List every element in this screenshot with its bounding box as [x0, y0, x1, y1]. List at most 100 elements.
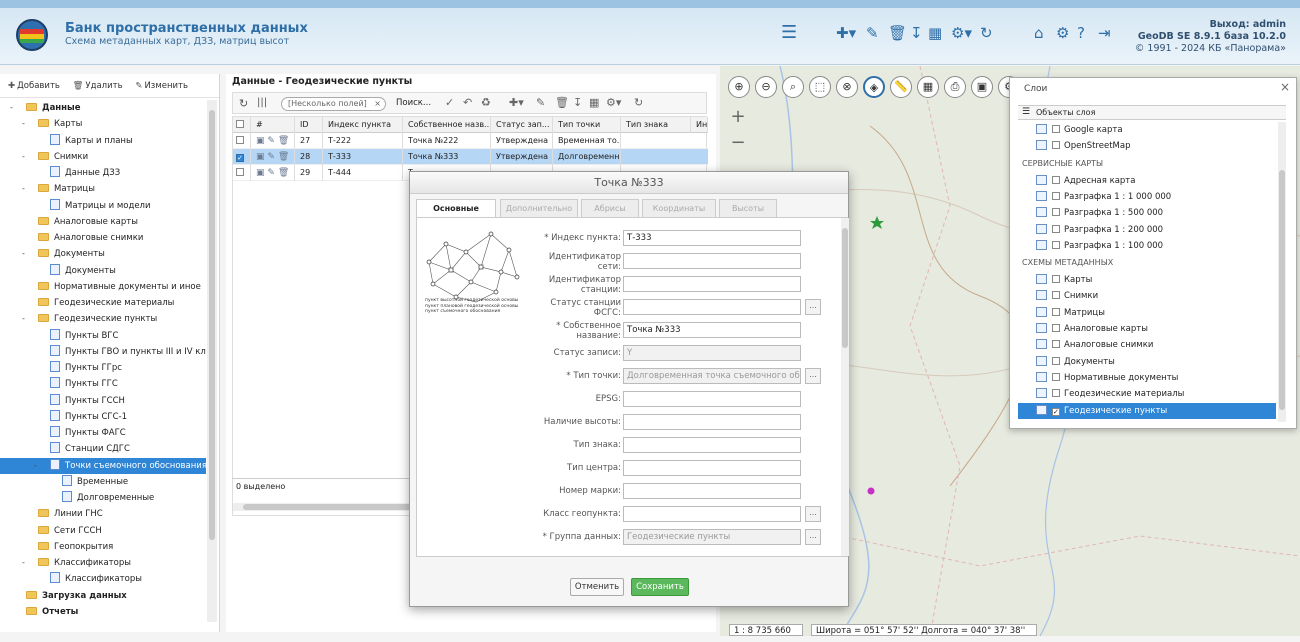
expand-toggle-icon[interactable]: -: [22, 555, 30, 571]
row-actions[interactable]: ▣ ✎ 🗑: [253, 149, 295, 165]
tree-node[interactable]: Документы: [0, 263, 206, 279]
expand-toggle-icon[interactable]: -: [22, 181, 30, 197]
layer-item[interactable]: Матрицы: [1036, 305, 1105, 321]
field-input[interactable]: [623, 437, 801, 453]
layer-item[interactable]: Разграфка 1 : 100 000: [1036, 238, 1163, 254]
tree-node[interactable]: Линии ГНС: [0, 506, 206, 522]
field-input[interactable]: Т-333: [623, 230, 801, 246]
refresh-icon[interactable]: ↻: [980, 24, 993, 42]
grid-icon[interactable]: ▦: [917, 76, 939, 98]
add-button[interactable]: ✚ Добавить: [8, 81, 60, 91]
expand-toggle-icon[interactable]: -: [22, 311, 30, 327]
layer-item[interactable]: Карты: [1036, 272, 1092, 288]
dialog-tab[interactable]: Абрисы: [581, 199, 639, 217]
layer-item[interactable]: Аналоговые карты: [1036, 321, 1148, 337]
tree-node[interactable]: Станции СДГС: [0, 441, 206, 457]
close-icon[interactable]: ×: [1280, 80, 1290, 94]
image-icon[interactable]: ▣: [256, 152, 265, 162]
dialog-title[interactable]: Точка №333: [410, 172, 848, 194]
home-icon[interactable]: ⌂: [1034, 24, 1044, 42]
layer-item[interactable]: Документы: [1036, 354, 1115, 370]
tree-node[interactable]: Загрузка данных: [0, 588, 206, 604]
layer-item[interactable]: OpenStreetMap: [1036, 138, 1130, 154]
zoom-out-icon[interactable]: ⊖: [755, 76, 777, 98]
calculator-icon[interactable]: ▦: [589, 96, 599, 109]
tree-node[interactable]: Временные: [0, 474, 206, 490]
field-input[interactable]: [623, 253, 801, 269]
zoom-in-icon[interactable]: ⊕: [728, 76, 750, 98]
search-button[interactable]: Поиск...: [396, 98, 431, 108]
zoom-area-icon[interactable]: ⬚: [809, 76, 831, 98]
tree-node[interactable]: Пункты ГВО и пункты III и IV классов: [0, 344, 206, 360]
dialog-tab[interactable]: Дополнительно: [500, 199, 578, 217]
layer-checkbox[interactable]: [1052, 224, 1060, 233]
layer-item[interactable]: Адресная карта: [1036, 173, 1135, 189]
edit-icon[interactable]: ✎: [267, 152, 275, 162]
trash-icon[interactable]: 🗑: [278, 152, 289, 162]
row-actions[interactable]: ▣ ✎ 🗑: [253, 165, 295, 181]
layer-checkbox[interactable]: [1052, 307, 1060, 316]
row-checkbox[interactable]: ✓: [233, 149, 251, 165]
clear-icon[interactable]: ×: [374, 98, 381, 110]
add-icon[interactable]: ✚▾: [509, 96, 524, 109]
row-checkbox[interactable]: [233, 133, 251, 149]
dialog-tab[interactable]: Основные: [416, 199, 496, 218]
edit-icon[interactable]: ✎: [267, 136, 275, 146]
tree-node[interactable]: Долговременные: [0, 490, 206, 506]
tree-node[interactable]: - Карты: [0, 116, 206, 132]
layer-checkbox[interactable]: [1052, 291, 1060, 300]
row-actions[interactable]: ▣ ✎ 🗑: [253, 133, 295, 149]
layer-item[interactable]: Геодезические материалы: [1036, 386, 1184, 402]
expand-toggle-icon[interactable]: -: [22, 116, 30, 132]
tree-node[interactable]: Пункты СГС-1: [0, 409, 206, 425]
column-header[interactable]: Статус зап...: [493, 117, 553, 133]
zoom-reset-icon[interactable]: ⊗: [836, 76, 858, 98]
logout-icon[interactable]: ⇥: [1098, 24, 1111, 42]
edit-button[interactable]: ✎ Изменить: [135, 81, 188, 91]
row-checkbox[interactable]: [233, 165, 251, 181]
layer-item[interactable]: ✓ Геодезические пункты: [1018, 402, 1276, 419]
ruler-icon[interactable]: 📏: [890, 76, 912, 98]
column-header[interactable]: ID: [297, 117, 323, 133]
tree-node[interactable]: Аналоговые карты: [0, 214, 206, 230]
layer-item[interactable]: Разграфка 1 : 1 000 000: [1036, 189, 1171, 205]
tree-node[interactable]: - Точки съемочного обоснования: [0, 457, 206, 474]
edit-icon[interactable]: ✎: [866, 24, 879, 42]
column-header[interactable]: Индекс пункта: [325, 117, 403, 133]
trash-icon[interactable]: 🗑: [555, 96, 569, 109]
search-icon[interactable]: ⌕: [782, 76, 804, 98]
trash-icon[interactable]: 🗑: [278, 168, 289, 178]
delete-button[interactable]: 🗑 Удалить: [73, 81, 123, 91]
settings-icon[interactable]: ⚙▾: [606, 96, 621, 109]
field-input[interactable]: Точка №333: [623, 322, 801, 338]
layer-checkbox[interactable]: [1052, 191, 1060, 200]
tree-node[interactable]: - Классификаторы: [0, 555, 206, 571]
field-input[interactable]: [623, 391, 801, 407]
browse-button[interactable]: ...: [805, 506, 821, 522]
layer-checkbox[interactable]: [1052, 356, 1060, 365]
tree-node[interactable]: Отчеты: [0, 604, 206, 620]
tree-node[interactable]: Матрицы и модели: [0, 198, 206, 214]
tree-node[interactable]: Пункты ГССН: [0, 393, 206, 409]
browse-button[interactable]: ...: [805, 368, 821, 384]
column-header[interactable]: Тип точки: [555, 117, 621, 133]
tree-node[interactable]: Сети ГССН: [0, 523, 206, 539]
image-icon[interactable]: ▣: [256, 168, 265, 178]
expand-toggle-icon[interactable]: -: [10, 100, 18, 116]
browse-button[interactable]: ...: [805, 529, 821, 545]
field-input[interactable]: [623, 414, 801, 430]
dialog-scrollbar[interactable]: [841, 218, 849, 556]
add-icon[interactable]: ✚▾: [836, 24, 856, 42]
tree-node[interactable]: - Геодезические пункты: [0, 311, 206, 327]
layer-checkbox[interactable]: [1052, 141, 1060, 150]
edit-icon[interactable]: ✎: [267, 168, 275, 178]
layer-checkbox[interactable]: [1052, 324, 1060, 332]
reload-icon[interactable]: ↻: [634, 96, 643, 109]
image-icon[interactable]: ▣: [971, 76, 993, 98]
layer-checkbox[interactable]: [1052, 275, 1060, 284]
dialog-tab[interactable]: Высоты: [719, 199, 777, 217]
tree-node[interactable]: Геодезические материалы: [0, 295, 206, 311]
layer-item[interactable]: Аналоговые снимки: [1036, 337, 1153, 353]
settings-group-icon[interactable]: ⚙▾: [951, 24, 972, 42]
field-input[interactable]: [623, 460, 801, 476]
